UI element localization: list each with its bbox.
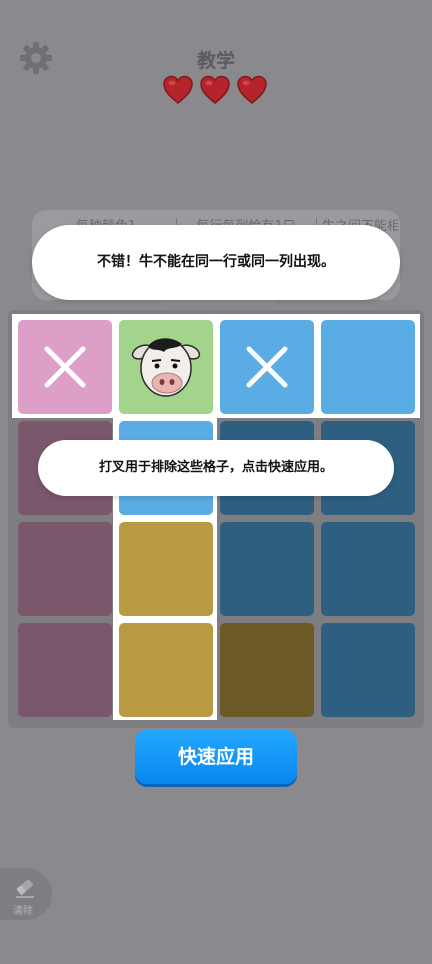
heart-icon [236, 74, 268, 106]
board-cell-r4-c2[interactable] [119, 623, 213, 717]
board-cell-r3-c4[interactable] [321, 522, 415, 616]
cow-icon [128, 330, 204, 406]
quick-apply-button[interactable]: 快速应用 [135, 730, 297, 784]
board-cell-r1-c1[interactable] [18, 320, 112, 414]
board-cell-r4-c4[interactable] [321, 623, 415, 717]
board-cell-r4-c1[interactable] [18, 623, 112, 717]
board-cell-r3-c1[interactable] [18, 522, 112, 616]
board-cell-r1-c2[interactable] [119, 320, 213, 414]
board-cell-r3-c2[interactable] [119, 522, 213, 616]
board-cell-r3-c3[interactable] [220, 522, 314, 616]
heart-icon [199, 74, 231, 106]
eraser-icon [12, 874, 38, 900]
clear-button[interactable]: 清除 [0, 868, 52, 920]
clear-label: 清除 [13, 906, 33, 917]
page-title: 教学 [196, 50, 235, 72]
x-mark-icon [243, 343, 291, 391]
heart-icon [162, 74, 194, 106]
tutorial-popup-top: 不错！牛不能在同一行或同一列出现。 [32, 225, 400, 300]
x-mark-icon [41, 343, 89, 391]
board-cell-r4-c3[interactable] [220, 623, 314, 717]
tutorial-popup-middle: 打叉用于排除这些格子，点击快速应用。 [38, 440, 394, 496]
board-cell-r1-c4[interactable] [321, 320, 415, 414]
board-cell-r1-c3[interactable] [220, 320, 314, 414]
